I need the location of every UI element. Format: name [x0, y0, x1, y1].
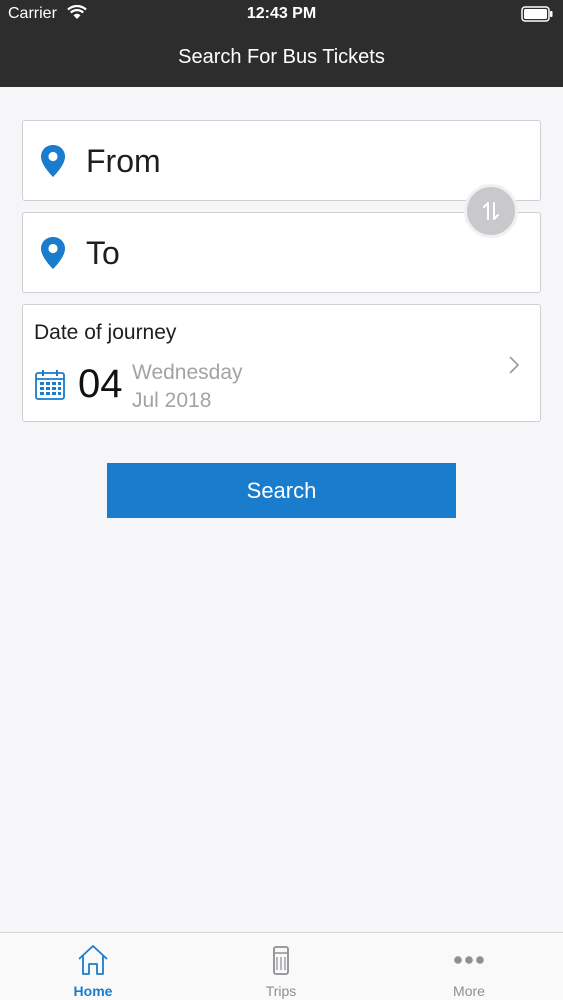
date-weekday: Wednesday	[132, 361, 243, 384]
date-label: Date of journey	[34, 321, 177, 344]
tab-more-label: More	[453, 983, 485, 999]
status-bar: Carrier 12:43 PM	[0, 0, 563, 30]
location-pin-icon	[41, 145, 65, 177]
date-day: 04	[78, 362, 123, 406]
tab-home[interactable]: Home	[33, 933, 153, 1000]
page-title: Search For Bus Tickets	[178, 46, 385, 68]
tab-trips-label: Trips	[265, 983, 297, 999]
from-field[interactable]: From	[22, 120, 541, 201]
from-placeholder: From	[86, 143, 161, 179]
app-header: Carrier 12:43 PM Search For Bus Tickets	[0, 0, 563, 87]
to-field[interactable]: To	[22, 212, 541, 293]
more-icon	[454, 956, 484, 964]
calendar-icon	[35, 370, 65, 400]
swap-arrows-icon	[483, 202, 499, 220]
battery-icon	[521, 6, 553, 22]
date-month-year: Jul 2018	[132, 389, 212, 412]
tab-more[interactable]: More	[409, 933, 529, 1000]
to-placeholder: To	[86, 235, 120, 271]
tab-trips[interactable]: Trips	[221, 933, 341, 1000]
chevron-right-icon	[509, 356, 520, 374]
home-icon	[78, 945, 108, 975]
status-time: 12:43 PM	[246, 5, 317, 22]
search-button[interactable]: Search	[107, 463, 456, 518]
tab-home-label: Home	[73, 983, 113, 999]
swap-locations-button[interactable]	[464, 184, 518, 238]
tab-bar: Home Trips More	[0, 932, 563, 1000]
location-pin-icon	[41, 237, 65, 269]
ticket-icon	[273, 946, 289, 975]
date-of-journey-field[interactable]: Date of journey 04 Wednesday Jul 2018	[22, 304, 541, 422]
